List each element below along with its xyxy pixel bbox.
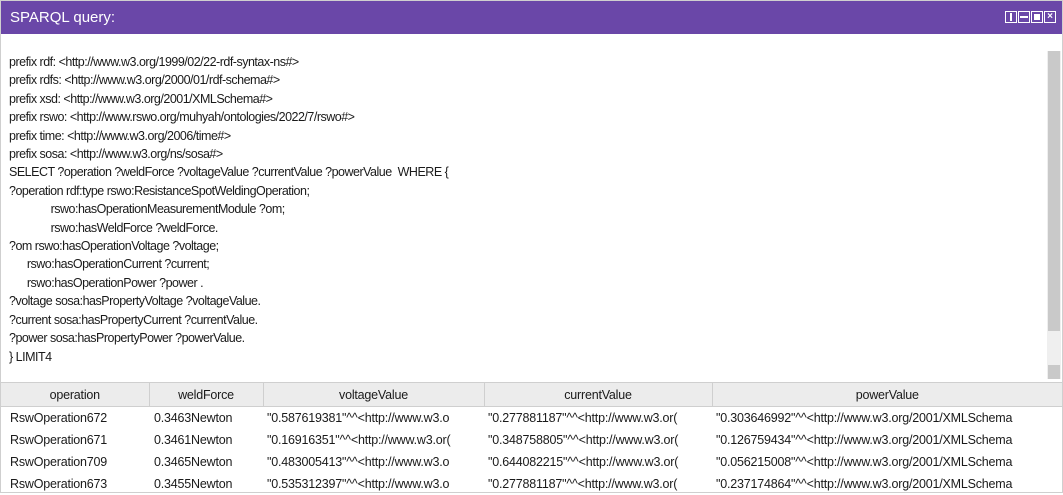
cell-currentvalue: "0.348758805"^^<http://www.w3.or( [488,433,679,447]
column-header-currentvalue[interactable]: currentValue [484,382,713,407]
cell-weldforce: 0.3455Newton [154,477,233,491]
scroll-down-button[interactable] [1048,365,1060,379]
cell-powervalue: "0.303646992"^^<http://www.w3.org/2001/X… [716,411,1013,425]
cell-operation: RswOperation673 [10,477,108,491]
column-header-powervalue[interactable]: powerValue [712,382,1062,407]
cell-weldforce: 0.3463Newton [154,411,233,425]
cell-voltagevalue: "0.483005413"^^<http://www.w3.o [267,455,450,469]
table-row[interactable]: RswOperation709 0.3465Newton "0.48300541… [1,451,1062,473]
results-table: operation weldForce voltageValue current… [1,382,1062,495]
panel-title: SPARQL query: [10,9,116,26]
query-scrollbar[interactable] [1047,51,1061,379]
query-editor[interactable]: prefix rdf: <http://www.w3.org/1999/02/2… [9,53,1049,377]
cell-operation: RswOperation672 [10,411,108,425]
table-row[interactable]: RswOperation671 0.3461Newton "0.16916351… [1,429,1062,451]
query-text[interactable]: prefix rdf: <http://www.w3.org/1999/02/2… [9,53,1049,366]
cell-powervalue: "0.237174864"^^<http://www.w3.org/2001/X… [716,477,1013,491]
panel-titlebar: SPARQL query: × [1,1,1062,34]
table-row[interactable]: RswOperation672 0.3463Newton "0.58761938… [1,407,1062,430]
maximize-icon[interactable] [1031,11,1043,23]
column-header-operation[interactable]: operation [1,382,150,407]
cell-weldforce: 0.3461Newton [154,433,233,447]
cell-currentvalue: "0.277881187"^^<http://www.w3.or( [488,477,678,491]
column-header-weldforce[interactable]: weldForce [149,382,264,407]
cell-voltagevalue: "0.535312397"^^<http://www.w3.o [267,477,450,491]
table-row[interactable]: RswOperation673 0.3455Newton "0.53531239… [1,473,1062,495]
cell-currentvalue: "0.277881187"^^<http://www.w3.or( [488,411,678,425]
cell-voltagevalue: "0.587619381"^^<http://www.w3.o [267,411,450,425]
cell-powervalue: "0.126759434"^^<http://www.w3.org/2001/X… [716,433,1013,447]
cell-operation: RswOperation709 [10,455,108,469]
sparql-query-panel: SPARQL query: × prefix rdf: <http://www.… [0,0,1063,493]
results-header-row: operation weldForce voltageValue current… [1,382,1062,407]
cell-operation: RswOperation671 [10,433,108,447]
column-header-voltagevalue[interactable]: voltageValue [263,382,485,407]
rows-icon[interactable] [1018,11,1030,23]
columns-icon[interactable] [1005,11,1017,23]
cell-voltagevalue: "0.16916351"^^<http://www.w3.or( [267,433,451,447]
scrollbar-thumb[interactable] [1048,51,1060,331]
close-icon[interactable]: × [1044,11,1056,23]
cell-powervalue: "0.056215008"^^<http://www.w3.org/2001/X… [716,455,1013,469]
window-controls: × [1005,11,1056,23]
cell-weldforce: 0.3465Newton [154,455,233,469]
cell-currentvalue: "0.644082215"^^<http://www.w3.or( [488,455,679,469]
